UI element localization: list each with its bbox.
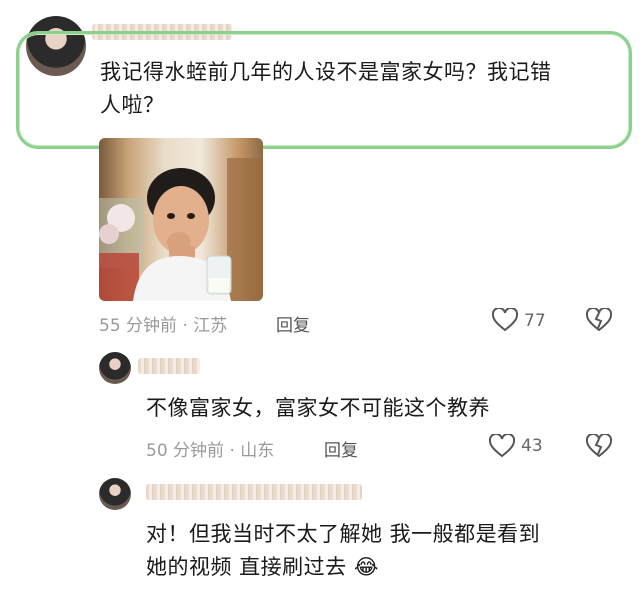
username-blurred [138,358,200,374]
comment-line: 人啦？ [100,93,165,117]
comment-text: 不像富家女，富家女不可能这个教养 [146,392,616,425]
avatar[interactable] [99,352,131,384]
heart-outline-icon[interactable] [489,434,515,458]
comment-line: 她的视频 直接刷过去 😂 [146,551,626,584]
username-blurred [146,484,362,500]
reply-button[interactable]: 回复 [324,436,358,461]
comment-text: 我记得水蛭前几年的人设不是富家女吗？我记错 人啦？ [100,56,620,122]
meme-boy-illustration [99,158,263,301]
comment-timestamp: 50 分钟前 · 山东 [146,441,275,461]
avatar[interactable] [99,478,131,510]
comment-timestamp: 55 分钟前 · 江苏 [99,316,228,336]
comment-line: 我记得水蛭前几年的人设不是富家女吗？我记错 [100,60,552,84]
comment-line-text: 她的视频 直接刷过去 [146,555,347,579]
reply-button[interactable]: 回复 [276,311,310,336]
like-count: 77 [524,311,546,331]
meme-sticker-image[interactable] [99,138,263,301]
like-count: 43 [521,436,543,456]
comment-line: 对！但我当时不太了解她 我一般都是看到 [146,522,541,546]
laughing-crying-emoji: 😂 [353,555,379,579]
comment-text: 对！但我当时不太了解她 我一般都是看到 她的视频 直接刷过去 😂 [146,518,626,584]
comment-line: 不像富家女，富家女不可能这个教养 [146,396,490,420]
broken-heart-icon[interactable] [586,308,612,332]
heart-outline-icon[interactable] [492,308,518,332]
broken-heart-icon[interactable] [586,434,612,458]
